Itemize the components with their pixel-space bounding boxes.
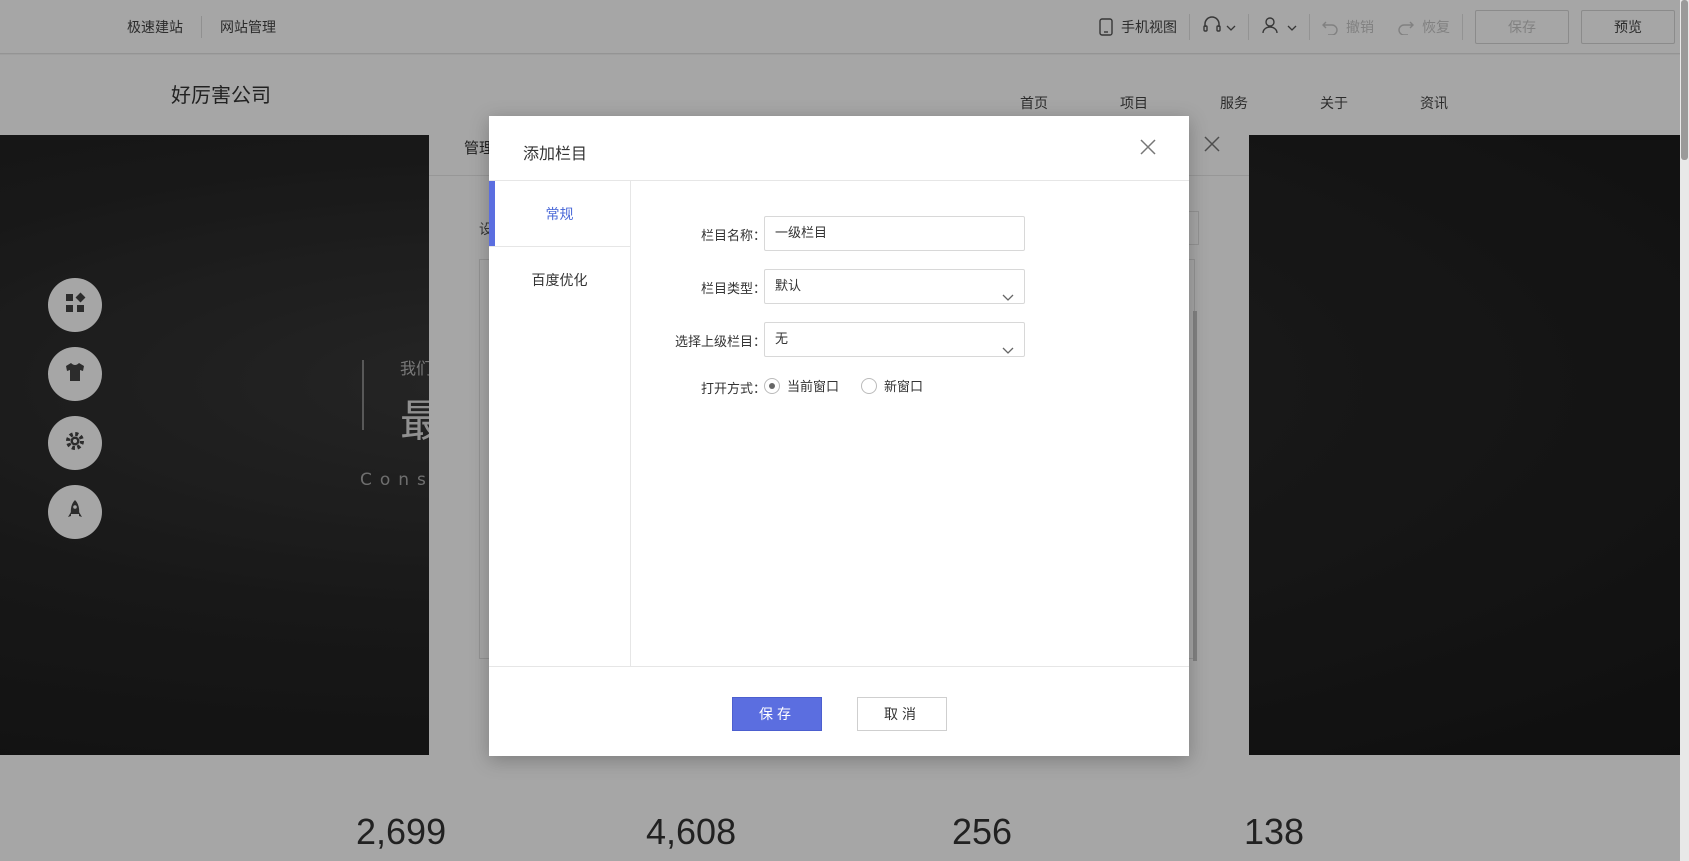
column-type-value: 默认 — [775, 279, 802, 294]
add-column-dialog: 添加栏目 常规 百度优化 栏目名称： 一级栏目 栏目类型： 默认 选择上级栏目：… — [489, 116, 1189, 756]
radio-current-window-label: 当前窗口 — [787, 380, 840, 395]
radio-current-window[interactable]: 当前窗口 — [764, 376, 839, 395]
column-name-label: 栏目名称： — [700, 229, 766, 244]
cancel-button[interactable]: 取消 — [857, 697, 947, 731]
close-icon[interactable] — [1139, 138, 1159, 158]
parent-column-label: 选择上级栏目： — [674, 335, 766, 350]
dialog-footer: 保存 取消 — [489, 666, 1189, 756]
form-row-open-mode: 打开方式： 当前窗口 新窗口 — [631, 369, 1189, 405]
save-button[interactable]: 保存 — [732, 697, 822, 731]
dialog-tab-list: 常规 百度优化 — [489, 181, 631, 666]
form-row-name: 栏目名称： 一级栏目 — [631, 216, 1189, 252]
chevron-down-icon — [1002, 335, 1014, 368]
radio-new-window[interactable]: 新窗口 — [861, 376, 923, 395]
dialog-header: 添加栏目 — [489, 116, 1189, 181]
column-type-label: 栏目类型： — [700, 282, 766, 297]
chevron-down-icon — [1002, 282, 1014, 315]
parent-column-value: 无 — [775, 332, 789, 347]
column-name-input[interactable]: 一级栏目 — [764, 216, 1025, 251]
dialog-title: 添加栏目 — [523, 144, 588, 163]
form-row-parent: 选择上级栏目： 无 — [631, 322, 1189, 358]
form-row-type: 栏目类型： 默认 — [631, 269, 1189, 305]
parent-column-select[interactable]: 无 — [764, 322, 1025, 357]
column-type-select[interactable]: 默认 — [764, 269, 1025, 304]
radio-new-window-label: 新窗口 — [884, 380, 924, 395]
open-mode-label: 打开方式： — [700, 382, 766, 397]
tab-general[interactable]: 常规 — [489, 181, 630, 247]
scrollbar-thumb[interactable] — [1681, 0, 1688, 160]
tab-baidu-seo[interactable]: 百度优化 — [489, 247, 630, 313]
open-mode-radio-group: 当前窗口 新窗口 — [764, 376, 945, 395]
column-form: 栏目名称： 一级栏目 栏目类型： 默认 选择上级栏目： 无 打开方式： 当前窗口… — [631, 181, 1189, 666]
radio-unchecked-icon[interactable] — [861, 377, 878, 394]
page-scrollbar[interactable] — [1680, 0, 1689, 861]
radio-checked-icon[interactable] — [764, 377, 780, 394]
